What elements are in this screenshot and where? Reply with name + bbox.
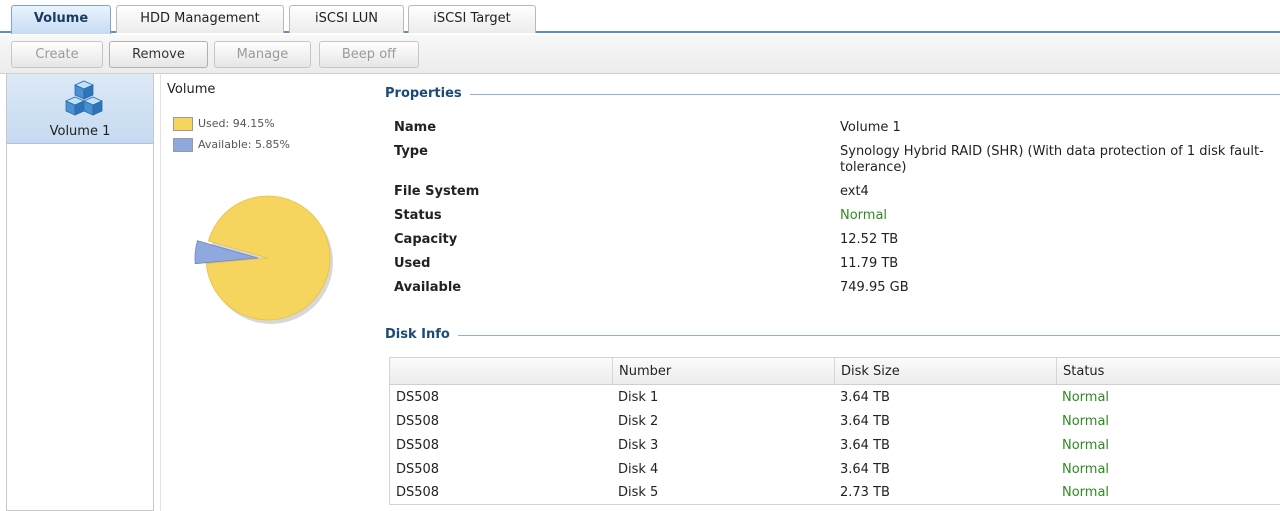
tab-iscsi-target[interactable]: iSCSI Target — [408, 5, 536, 33]
cell-number: Disk 5 — [618, 485, 659, 500]
prop-available-key: Available — [394, 280, 462, 295]
column-header-status[interactable]: Status — [1056, 358, 1280, 384]
legend-swatch-available — [173, 138, 193, 152]
panel-divider — [160, 74, 161, 511]
cell-status: Normal — [1062, 390, 1110, 405]
cell-disk-size: 3.64 TB — [840, 462, 890, 477]
cell-model: DS508 — [396, 438, 440, 453]
prop-name-value: Volume 1 — [840, 120, 901, 135]
disk-info-rule — [385, 335, 1280, 336]
table-row[interactable]: DS508 Disk 5 2.73 TB Normal — [390, 481, 1280, 505]
properties-heading: Properties — [385, 86, 470, 102]
table-row[interactable]: DS508 Disk 1 3.64 TB Normal — [390, 386, 1280, 410]
cell-disk-size: 2.73 TB — [840, 485, 890, 500]
legend-label-available: Available: 5.85% — [198, 138, 290, 151]
cell-status: Normal — [1062, 438, 1110, 453]
tab-bar: Volume HDD Management iSCSI LUN iSCSI Ta… — [0, 0, 1280, 34]
prop-available-value: 749.95 GB — [840, 280, 909, 295]
table-row[interactable]: DS508 Disk 3 3.64 TB Normal — [390, 434, 1280, 458]
volume-cubes-icon — [65, 80, 103, 116]
tab-iscsi-lun[interactable]: iSCSI LUN — [289, 5, 404, 33]
prop-name-key: Name — [394, 120, 437, 135]
prop-filesystem-value: ext4 — [840, 184, 869, 199]
volume-list-item-label: Volume 1 — [49, 124, 111, 139]
prop-type-key: Type — [394, 144, 428, 159]
properties-rule — [385, 94, 1280, 95]
beep-off-button[interactable]: Beep off — [319, 41, 419, 68]
tab-volume[interactable]: Volume — [11, 5, 111, 34]
cell-number: Disk 3 — [618, 438, 659, 453]
cell-disk-size: 3.64 TB — [840, 390, 890, 405]
cell-model: DS508 — [396, 462, 440, 477]
column-header-disk-size[interactable]: Disk Size — [834, 358, 1056, 384]
cell-model: DS508 — [396, 390, 440, 405]
prop-filesystem-key: File System — [394, 184, 480, 199]
cell-status: Normal — [1062, 485, 1110, 500]
manage-button[interactable]: Manage — [214, 41, 311, 68]
prop-used-key: Used — [394, 256, 431, 271]
prop-capacity-key: Capacity — [394, 232, 458, 247]
prop-used-value: 11.79 TB — [840, 256, 899, 271]
cell-disk-size: 3.64 TB — [840, 414, 890, 429]
disk-info-section-header: Disk Info — [385, 327, 1280, 343]
volume-pie-chart — [194, 195, 333, 324]
properties-section-header: Properties — [385, 86, 1280, 102]
disk-info-heading: Disk Info — [385, 327, 458, 343]
column-header-model[interactable] — [390, 358, 612, 384]
storage-manager-window: Volume HDD Management iSCSI LUN iSCSI Ta… — [0, 0, 1280, 511]
tab-hdd-management[interactable]: HDD Management — [116, 5, 284, 33]
cell-status: Normal — [1062, 462, 1110, 477]
volume-list: Volume 1 — [6, 74, 154, 511]
cell-status: Normal — [1062, 414, 1110, 429]
prop-capacity-value: 12.52 TB — [840, 232, 899, 247]
prop-type-value: Synology Hybrid RAID (SHR) (With data pr… — [840, 144, 1264, 175]
remove-button[interactable]: Remove — [109, 41, 208, 68]
disk-info-table: Number Disk Size Status DS508 Disk 1 3.6… — [389, 357, 1280, 505]
column-header-number[interactable]: Number — [612, 358, 834, 384]
toolbar: Create Remove Manage Beep off — [0, 35, 1280, 74]
legend-label-used: Used: 94.15% — [198, 117, 275, 130]
cell-number: Disk 1 — [618, 390, 659, 405]
volume-list-item[interactable]: Volume 1 — [7, 74, 153, 144]
cell-model: DS508 — [396, 485, 440, 500]
disk-table-header: Number Disk Size Status — [390, 358, 1280, 385]
create-button[interactable]: Create — [11, 41, 103, 68]
table-row[interactable]: DS508 Disk 4 3.64 TB Normal — [390, 458, 1280, 482]
prop-status-value: Normal — [840, 208, 888, 223]
chart-title: Volume — [167, 82, 216, 97]
prop-status-key: Status — [394, 208, 442, 223]
cell-disk-size: 3.64 TB — [840, 438, 890, 453]
cell-model: DS508 — [396, 414, 440, 429]
table-row[interactable]: DS508 Disk 2 3.64 TB Normal — [390, 410, 1280, 434]
cell-number: Disk 4 — [618, 462, 659, 477]
cell-number: Disk 2 — [618, 414, 659, 429]
legend-swatch-used — [173, 117, 193, 131]
